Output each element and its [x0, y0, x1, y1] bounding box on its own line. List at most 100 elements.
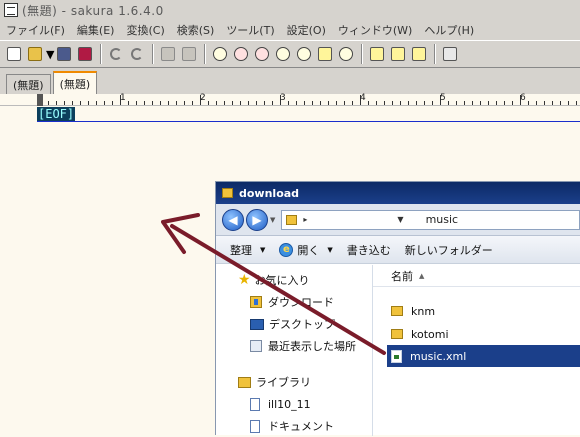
- undo-icon: [110, 48, 123, 60]
- grep-button[interactable]: [336, 44, 356, 64]
- nav-item-recent[interactable]: 最近表示した場所: [216, 335, 372, 357]
- grid-button[interactable]: [440, 44, 460, 64]
- nav-item-downloads[interactable]: ダウンロード: [216, 291, 372, 313]
- nav-label: ダウンロード: [268, 296, 334, 309]
- cursor-line: [37, 121, 580, 122]
- nav-label: ill10_11: [268, 397, 311, 411]
- ruler-tick: [128, 101, 129, 105]
- open-button[interactable]: e 開く ▼: [279, 242, 333, 258]
- file-name: music.xml: [410, 349, 467, 363]
- ruler-tick: [560, 101, 561, 105]
- recent-places-icon: [250, 340, 262, 352]
- ruler-tick: [544, 101, 545, 105]
- ruler-tick: [536, 101, 537, 105]
- tab-untitled-1[interactable]: (無題): [6, 74, 51, 94]
- folder-icon: [391, 329, 403, 339]
- ruler-tick: [328, 101, 329, 105]
- column-name-label: 名前: [391, 269, 413, 283]
- file-row-knm[interactable]: knm: [387, 300, 580, 322]
- ruler-cursor-marker: [37, 94, 43, 106]
- ruler-tick: [48, 101, 49, 105]
- ruler-tick: [88, 101, 89, 105]
- ruler-tick: [424, 101, 425, 105]
- outline-icon: [412, 47, 427, 61]
- jump-back-button[interactable]: [158, 44, 178, 64]
- ruler-tick: [240, 101, 241, 105]
- chevron-down-icon[interactable]: ▼: [397, 215, 403, 224]
- save-all-button[interactable]: [75, 44, 95, 64]
- nav-item-ill[interactable]: ill10_11: [216, 393, 372, 415]
- ruler-tick: [232, 101, 233, 105]
- nav-item-favorites[interactable]: ★ お気に入り: [216, 269, 372, 291]
- mark-check-button[interactable]: [315, 44, 335, 64]
- toolbar-separator: [361, 44, 364, 64]
- address-bar[interactable]: ▸ ▼ music: [281, 209, 580, 230]
- menu-search[interactable]: 検索(S): [177, 22, 215, 38]
- outline-button[interactable]: [409, 44, 429, 64]
- ruler-tick: [360, 95, 361, 105]
- file-row-kotomi[interactable]: kotomi: [387, 323, 580, 345]
- delete-mark-button[interactable]: [294, 44, 314, 64]
- organize-button[interactable]: 整理 ▼: [230, 242, 265, 258]
- desktop-icon: [250, 318, 264, 330]
- menu-tools[interactable]: ツール(T): [226, 22, 274, 38]
- new-folder-button[interactable]: 新しいフォルダー: [405, 242, 493, 258]
- nav-item-desktop[interactable]: デスクトップ: [216, 313, 372, 335]
- chevron-right-icon[interactable]: ▸: [303, 215, 307, 224]
- xml-file-icon: [391, 349, 402, 363]
- folder-icon: [222, 188, 233, 198]
- menu-file[interactable]: ファイル(F): [6, 22, 65, 38]
- organize-label: 整理: [230, 243, 252, 257]
- open-file-button[interactable]: [25, 44, 45, 64]
- column-header-name[interactable]: 名前 ▲: [373, 265, 580, 287]
- burn-button[interactable]: 書き込む: [347, 242, 391, 258]
- menu-help[interactable]: ヘルプ(H): [424, 22, 474, 38]
- ruler-tick: [480, 101, 481, 105]
- library-icon: [238, 376, 251, 388]
- search-next-icon: [234, 47, 249, 61]
- ruler-tick: [336, 101, 337, 105]
- search-next-button[interactable]: [231, 44, 251, 64]
- file-row-music-xml[interactable]: music.xml: [387, 345, 580, 367]
- file-name: knm: [411, 304, 436, 318]
- search-button[interactable]: [210, 44, 230, 64]
- save-icon: [57, 47, 72, 61]
- undo-button[interactable]: [106, 44, 126, 64]
- menu-window[interactable]: ウィンドウ(W): [338, 22, 412, 38]
- delete-mark-icon: [297, 47, 312, 61]
- ruler: 1 2 3 4 5 6: [0, 93, 580, 106]
- ruler-tick: [384, 101, 385, 105]
- open-dropdown-icon[interactable]: ▼: [46, 48, 54, 61]
- replace-button[interactable]: [273, 44, 293, 64]
- menu-settings[interactable]: 設定(O): [287, 22, 326, 38]
- title-bar: (無題) - sakura 1.6.4.0: [0, 0, 580, 20]
- search-prev-button[interactable]: [252, 44, 272, 64]
- toolbar-separator: [204, 44, 207, 64]
- ruler-tick: [256, 101, 257, 105]
- jump-forward-button[interactable]: [179, 44, 199, 64]
- open-file-icon: [28, 47, 42, 61]
- new-file-button[interactable]: [4, 44, 24, 64]
- address-path[interactable]: music: [426, 213, 459, 226]
- compare-button[interactable]: [388, 44, 408, 64]
- history-dropdown-icon[interactable]: ▼: [270, 216, 275, 224]
- new-folder-label: 新しいフォルダー: [404, 243, 493, 257]
- ruler-tick: [416, 101, 417, 105]
- ruler-tick: [456, 101, 457, 105]
- tab-untitled-2[interactable]: (無題): [52, 71, 98, 94]
- ruler-tick: [440, 95, 441, 105]
- nav-item-library[interactable]: ライブラリ: [216, 371, 372, 393]
- ruler-tick: [472, 101, 473, 105]
- back-button[interactable]: ◀: [222, 208, 244, 231]
- nav-item-documents[interactable]: ドキュメント: [216, 415, 372, 437]
- menu-edit[interactable]: 編集(E): [77, 22, 115, 38]
- toolbar: ▼: [0, 40, 580, 68]
- menu-convert[interactable]: 変換(C): [126, 22, 164, 38]
- library-folder-icon: [250, 397, 260, 411]
- forward-button[interactable]: ▶: [246, 208, 268, 231]
- save-button[interactable]: [54, 44, 74, 64]
- tag-jump-button[interactable]: [367, 44, 387, 64]
- explorer-title-bar[interactable]: download: [216, 182, 580, 204]
- redo-button[interactable]: [127, 44, 147, 64]
- burn-label: 書き込む: [346, 243, 391, 257]
